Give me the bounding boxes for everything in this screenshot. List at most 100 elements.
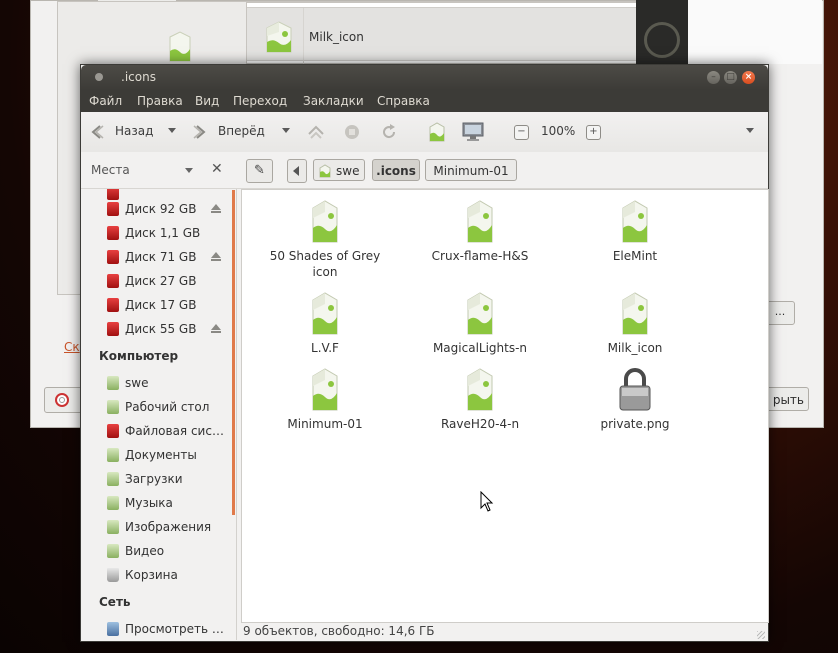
forward-button[interactable]: Вперёд [218,124,265,138]
file-item[interactable]: L.V.F [260,290,390,356]
zoom-in-button[interactable]: + [586,125,601,140]
theme-row-label: Milk_icon [309,30,364,44]
zoom-level: 100% [541,124,576,138]
crumb-icons[interactable]: .icons [372,159,420,181]
toolbar-overflow-dropdown[interactable] [746,128,754,133]
file-name: EleMint [612,249,658,263]
videos-folder-icon [107,544,119,558]
disk-icon [107,250,119,264]
file-manager-window: .icons – □ × Файл Правка Вид Переход Зак… [80,64,769,642]
background-link[interactable]: Ск [64,340,80,354]
menu-edit[interactable]: Правка [137,94,183,108]
resize-grip[interactable] [757,631,765,639]
zoom-out-button[interactable]: − [514,125,529,140]
lock-icon [619,368,651,411]
location-bar: Места ✕ ✎ swe .icons Minimum-01 [81,152,768,189]
menu-help[interactable]: Справка [377,94,430,108]
home-folder-icon[interactable] [428,121,446,143]
sidebar-item-label: Рабочий стол [125,400,210,414]
milk-carton-icon [467,200,493,243]
file-item[interactable]: 50 Shades of Grey icon [260,198,390,280]
menu-go[interactable]: Переход [233,94,287,108]
milk-carton-icon [622,292,648,335]
file-item[interactable]: EleMint [570,198,700,264]
sidebar-item-disk[interactable]: Диск 55 GB [107,319,196,339]
close-button[interactable]: × [742,71,755,84]
stop-icon[interactable] [344,124,360,140]
places-selector[interactable]: Места [91,163,130,177]
milk-carton-icon [467,292,493,335]
minimize-button[interactable]: – [707,71,720,84]
sidebar-item-label: Загрузки [125,472,183,486]
disk-icon [107,298,119,312]
edit-location-button[interactable]: ✎ [246,159,273,183]
sidebar-item-disk[interactable]: Диск 27 GB [107,271,196,291]
menu-file[interactable]: Файл [89,94,122,108]
crumb-swe[interactable]: swe [313,159,365,181]
milk-carton-icon [169,31,191,62]
lifebuoy-icon [55,393,69,407]
sidebar-item-filesystem[interactable]: Файловая сис… [107,421,224,441]
disk-icon [107,202,119,216]
trash-icon [107,568,119,582]
theme-row-selected[interactable]: Milk_icon [247,7,663,68]
sidebar-item-music[interactable]: Музыка [107,493,173,513]
sidebar-item-pictures[interactable]: Изображения [107,517,211,537]
eject-icon[interactable] [211,204,221,213]
sidebar-item-browse-network[interactable]: Просмотреть … [107,619,224,639]
file-name: Milk_icon [607,341,663,355]
sidebar-item-label: Диск 27 GB [125,274,197,288]
path-scroll-left-button[interactable] [287,159,307,183]
sidebar-scroll-indicator[interactable] [232,190,235,515]
pencil-icon: ✎ [254,163,265,178]
up-arrow-icon[interactable] [307,123,325,141]
maximize-button[interactable]: □ [724,71,737,84]
file-item[interactable]: Crux-flame-H&S [415,198,545,264]
background-close-button[interactable]: рыть [763,387,809,411]
computer-icon[interactable] [461,121,485,143]
disk-icon [107,226,119,240]
forward-history-dropdown[interactable] [282,128,290,133]
sidebar-item-home[interactable]: swe [107,373,148,393]
section-computer: Компьютер [99,349,179,363]
back-button[interactable]: Назад [115,124,153,138]
file-name-line2: icon [312,265,338,279]
menu-bookmarks[interactable]: Закладки [303,94,364,108]
sidebar-item-documents[interactable]: Документы [107,445,197,465]
file-item[interactable]: private.png [570,366,700,432]
sidebar-item-trash[interactable]: Корзина [107,565,178,585]
sidebar-item-disk[interactable]: Диск 92 GB [107,199,196,219]
back-arrow-icon [91,125,104,139]
file-name: L.V.F [311,341,339,355]
window-title: .icons [121,70,156,84]
file-item[interactable]: Milk_icon [570,290,700,356]
eject-icon[interactable] [211,324,221,333]
title-bar[interactable]: .icons – □ × [81,65,768,90]
chevron-down-icon[interactable] [185,168,193,173]
sidebar-item-disk[interactable]: Диск 17 GB [107,295,196,315]
status-bar: 9 объектов, свободно: 14,6 ГБ [241,621,767,641]
file-item[interactable]: Minimum-01 [260,366,390,432]
theme-list: Milk_icon [246,2,664,68]
crumb-minimum-01[interactable]: Minimum-01 [425,159,517,181]
sidebar-item-disk[interactable]: Диск 1,1 GB [107,223,200,243]
reload-icon[interactable] [380,123,398,141]
sidebar-item-desktop[interactable]: Рабочий стол [107,397,209,417]
sidebar-item-videos[interactable]: Видео [107,541,164,561]
close-sidebar-icon[interactable]: ✕ [211,161,223,177]
file-view[interactable]: 50 Shades of Grey icon Crux-flame-H&S Ele… [241,189,769,623]
sidebar-item-disk[interactable]: Диск 71 GB [107,247,196,267]
section-network: Сеть [99,595,131,609]
file-item[interactable]: RaveH20-4-n [415,366,545,432]
disk-icon [107,274,119,288]
background-more-button[interactable]: ... [765,301,795,325]
file-item[interactable]: MagicalLights-n [415,290,545,356]
eject-icon[interactable] [211,252,221,261]
milk-carton-icon [467,368,493,411]
back-history-dropdown[interactable] [168,128,176,133]
window-menu-icon[interactable] [95,73,103,81]
toolbar: Назад Вперёд − 100% + [81,112,768,153]
sidebar-item-label: Просмотреть … [125,622,224,636]
menu-view[interactable]: Вид [195,94,219,108]
sidebar-item-downloads[interactable]: Загрузки [107,469,183,489]
